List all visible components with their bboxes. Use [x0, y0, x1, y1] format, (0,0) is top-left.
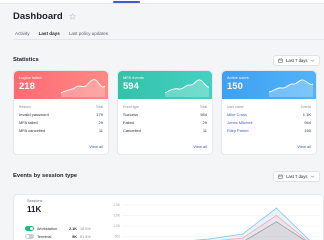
legend-item-terminal: Terminal 9K 81.4%: [25, 234, 91, 239]
calendar-icon: [278, 58, 283, 63]
table-row[interactable]: Mike Cross 1.1K: [222, 111, 316, 119]
chevron-down-icon: [311, 59, 315, 62]
view-all-link[interactable]: View all: [297, 144, 311, 149]
calendar-icon: [278, 174, 283, 179]
row-value: 179: [96, 112, 103, 118]
row-value: 29: [202, 120, 207, 126]
stat-card-logins-failed: Logins failed 218 Reason Total Invalid p…: [13, 70, 109, 155]
statistics-title: Statistics: [13, 57, 39, 63]
events-range-dropdown[interactable]: Last 7 days: [273, 171, 321, 182]
user-link[interactable]: Jones Mitchell: [227, 120, 252, 125]
table-row: Cancelled 11: [118, 127, 212, 135]
column-header-event-type: Event type: [123, 105, 140, 109]
sparkline: [61, 79, 105, 97]
row-name: MFA cancelled: [19, 127, 46, 133]
stat-card-mfa-events: MFA events 594 Event type Total Success 5…: [117, 70, 213, 155]
series-point: [242, 237, 244, 239]
row-name: MFA failed: [19, 120, 38, 126]
row-name: Invalid password: [19, 112, 49, 118]
legend-name: Workstation: [37, 226, 57, 231]
events-title: Events by session type: [13, 173, 78, 179]
tabs-divider: [13, 39, 324, 40]
chevron-down-icon: [311, 175, 315, 178]
table-row: Invalid password 179: [14, 111, 108, 119]
legend-name: Terminal: [37, 234, 52, 239]
table-row: Success 554: [118, 111, 212, 119]
statistics-range-dropdown[interactable]: Last 7 days: [273, 55, 321, 66]
table-row: Failed 29: [118, 119, 212, 127]
page-header: Dashboard: [13, 11, 76, 22]
stat-card-banner: Logins failed 218: [14, 71, 108, 99]
column-header-total: Total: [95, 105, 103, 109]
stat-card-header-row: Event type Total: [118, 99, 212, 111]
row-value: 554: [200, 112, 207, 118]
star-icon[interactable]: [68, 13, 76, 20]
page-title: Dashboard: [13, 11, 63, 22]
y-tick-label: 2.0K: [113, 203, 120, 207]
column-header-user-name: User name: [227, 105, 244, 109]
legend-count: 9K: [72, 234, 77, 239]
y-tick-label: 1.5K: [113, 214, 120, 218]
stat-card-active-users: Active users 150 User name Events Mike C…: [221, 70, 317, 155]
sparkline: [165, 79, 209, 97]
y-tick-label: 1.0K: [113, 224, 120, 228]
row-value: 11: [202, 127, 207, 133]
view-all-link[interactable]: View all: [193, 144, 207, 149]
series-point: [242, 233, 244, 235]
series-point: [275, 214, 277, 217]
stat-card-banner: MFA events 594: [118, 71, 212, 99]
statistics-range-label: Last 7 days: [286, 58, 308, 63]
row-name: Failed: [123, 120, 134, 126]
series-point: [208, 238, 210, 240]
series-point: [275, 207, 277, 209]
view-all-link[interactable]: View all: [89, 144, 103, 149]
sessions-label: Sessions: [27, 199, 43, 203]
table-row: MFA cancelled 11: [14, 127, 108, 135]
row-value: 29: [98, 120, 103, 126]
events-line-chart: 2.0K1.5K1.0K5000: [113, 203, 320, 240]
stat-card-header-row: User name Events: [222, 99, 316, 111]
series-point: [275, 221, 277, 223]
y-tick-label: 500: [115, 235, 121, 239]
legend-count: 2.1K: [68, 226, 77, 231]
terminal-toggle[interactable]: [25, 234, 34, 239]
row-value: 1.1K: [302, 112, 311, 118]
row-value: 944: [304, 120, 311, 126]
table-row: MFA failed 29: [14, 119, 108, 127]
user-link[interactable]: Mike Cross: [227, 112, 247, 117]
stat-card-banner: Active users 150: [222, 71, 316, 99]
legend-percent: 18.6%: [80, 226, 91, 231]
column-header-events: Events: [300, 105, 311, 109]
row-name: Success: [123, 112, 139, 118]
top-bar: [0, 0, 324, 4]
stat-card-header-row: Reason Total: [14, 99, 108, 111]
row-value: 150: [304, 127, 311, 133]
legend-percent: 81.4%: [80, 234, 91, 239]
row-name: Cancelled: [123, 127, 141, 133]
workstation-toggle[interactable]: [25, 226, 34, 231]
table-row[interactable]: Jones Mitchell 944: [222, 119, 316, 127]
column-header-reason: Reason: [19, 105, 31, 109]
table-row[interactable]: Riley Parker 150: [222, 127, 316, 135]
column-header-total: Total: [199, 105, 207, 109]
row-value: 11: [98, 127, 103, 133]
top-bar-active-indicator: [113, 1, 140, 3]
legend-item-workstation: Workstation 2.1K 18.6%: [25, 226, 91, 231]
sessions-value: 11K: [27, 205, 42, 214]
sparkline: [269, 79, 313, 97]
user-link[interactable]: Riley Parker: [227, 128, 249, 133]
events-range-label: Last 7 days: [286, 174, 308, 179]
